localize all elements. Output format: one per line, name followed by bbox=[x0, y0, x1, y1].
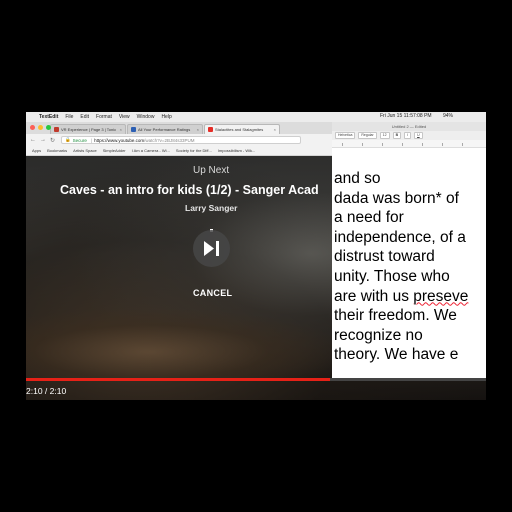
tab-favicon-icon bbox=[54, 127, 59, 132]
url-bar[interactable]: 🔒 Secure | https://www.youtube.com /watc… bbox=[61, 136, 302, 144]
browser-tab-strip: VR Experience | Page 3 | Tonic × All You… bbox=[26, 122, 332, 134]
video-time-display: 2:10 / 2:10 bbox=[26, 386, 67, 396]
browser-tab[interactable]: VR Experience | Page 3 | Tonic × bbox=[50, 124, 126, 134]
text-line: recognize no bbox=[334, 326, 423, 344]
text-line: dada was born* of bbox=[334, 189, 459, 207]
url-separator: | bbox=[90, 137, 93, 143]
close-tab-icon[interactable]: × bbox=[120, 127, 122, 132]
address-row: ← → ↻ 🔒 Secure | https://www.youtube.com… bbox=[26, 134, 332, 146]
menu-edit[interactable]: Edit bbox=[80, 114, 89, 120]
font-family-select[interactable]: Helvetica bbox=[335, 132, 356, 139]
bookmark-apps[interactable]: Apps bbox=[32, 148, 41, 153]
bookmark-society[interactable]: Society for the Diff... bbox=[176, 148, 212, 153]
misspelled-word[interactable]: preseve bbox=[413, 288, 468, 305]
next-video-channel[interactable]: Larry Sanger bbox=[185, 203, 237, 213]
battery-status[interactable]: 94% bbox=[443, 113, 453, 119]
menu-file[interactable]: File bbox=[65, 114, 73, 120]
skip-next-icon bbox=[204, 241, 219, 256]
underline-button[interactable]: U bbox=[414, 132, 423, 139]
ruler-tick bbox=[442, 143, 443, 146]
text-line: distrust toward bbox=[334, 248, 435, 266]
next-video-title[interactable]: Caves - an intro for kids (1/2) - Sanger… bbox=[60, 183, 319, 197]
textedit-titlebar: Untitled 2 — Edited bbox=[332, 122, 486, 131]
up-next-label: Up Next bbox=[193, 165, 230, 176]
bookmark-impossibilism[interactable]: Impossibilism - Wik... bbox=[218, 148, 256, 153]
back-icon[interactable]: ← bbox=[30, 137, 36, 143]
bold-button[interactable]: B bbox=[392, 132, 402, 139]
bookmark-i-am-a-camera[interactable]: I Am a Camera - Wi... bbox=[132, 148, 170, 153]
bookmark-bookmarks[interactable]: Bookmarks bbox=[47, 148, 67, 153]
ruler-tick bbox=[462, 143, 463, 146]
video-progress-fill bbox=[26, 378, 330, 381]
tab-label: Stalactites and Stalagmites bbox=[215, 127, 264, 132]
browser-tab[interactable]: All Your Performance Ratings × bbox=[127, 124, 203, 134]
youtube-favicon-icon bbox=[208, 127, 213, 132]
menu-help[interactable]: Help bbox=[161, 114, 171, 120]
text-line: theory. We have e bbox=[334, 346, 459, 364]
url-path: /watch?v=2BJ84s33PUM bbox=[144, 137, 195, 143]
text-line: unity. Those who bbox=[334, 267, 450, 285]
menu-format[interactable]: Format bbox=[96, 114, 112, 120]
text-line: and so bbox=[334, 170, 381, 187]
url-host: https://www.youtube.com bbox=[94, 137, 145, 143]
cancel-autoplay-button[interactable]: CANCEL bbox=[193, 288, 232, 298]
menu-window[interactable]: Window bbox=[137, 114, 155, 120]
reload-icon[interactable]: ↻ bbox=[50, 137, 55, 144]
window-zoom-icon[interactable] bbox=[46, 125, 51, 130]
ruler-tick bbox=[362, 143, 363, 146]
ruler-tick bbox=[342, 143, 343, 146]
browser-tab-active[interactable]: Stalactites and Stalagmites × bbox=[204, 124, 280, 134]
close-tab-icon[interactable]: × bbox=[274, 127, 276, 132]
close-tab-icon[interactable]: × bbox=[197, 127, 199, 132]
textedit-document-body[interactable]: and so dada was born* of a need for indepen… bbox=[334, 169, 484, 365]
tab-favicon-icon bbox=[131, 127, 136, 132]
menu-clock[interactable]: Fri Jun 15 11:57:08 PM bbox=[380, 113, 432, 119]
window-close-icon[interactable] bbox=[30, 125, 35, 130]
ruler-tick bbox=[382, 143, 383, 146]
font-style-select[interactable]: Regular bbox=[358, 132, 377, 139]
lock-icon: 🔒 bbox=[65, 137, 71, 142]
document-title: Untitled 2 — Edited bbox=[391, 124, 427, 129]
play-next-button[interactable] bbox=[193, 230, 230, 267]
window-minimize-icon[interactable] bbox=[38, 125, 43, 130]
bookmark-artists-space[interactable]: Artists Space bbox=[73, 148, 97, 153]
text-line-misspelled: are with us preseve bbox=[334, 287, 469, 305]
textedit-format-bar: Helvetica Regular 12 B I U bbox=[332, 131, 486, 140]
textedit-ruler[interactable] bbox=[332, 140, 486, 148]
text-line: a need for bbox=[334, 209, 404, 227]
cave-scene bbox=[26, 310, 336, 380]
tab-label: VR Experience | Page 3 | Tonic bbox=[61, 127, 117, 132]
italic-button[interactable]: I bbox=[404, 132, 412, 139]
text-line: independence, of a bbox=[334, 228, 466, 246]
ruler-tick bbox=[402, 143, 403, 146]
menu-app-name[interactable]: TextEdit bbox=[39, 114, 58, 120]
bookmark-simpleadder[interactable]: SimpleAdder bbox=[103, 148, 126, 153]
ruler-tick bbox=[422, 143, 423, 146]
forward-icon[interactable]: → bbox=[40, 137, 46, 143]
tab-label: All Your Performance Ratings bbox=[138, 127, 191, 132]
secure-label: Secure bbox=[72, 137, 87, 143]
text-line: their freedom. We bbox=[334, 307, 457, 325]
font-size-select[interactable]: 12 bbox=[379, 132, 390, 139]
menu-view[interactable]: View bbox=[119, 114, 130, 120]
bookmarks-bar: Apps Bookmarks Artists Space SimpleAdder… bbox=[26, 146, 332, 156]
